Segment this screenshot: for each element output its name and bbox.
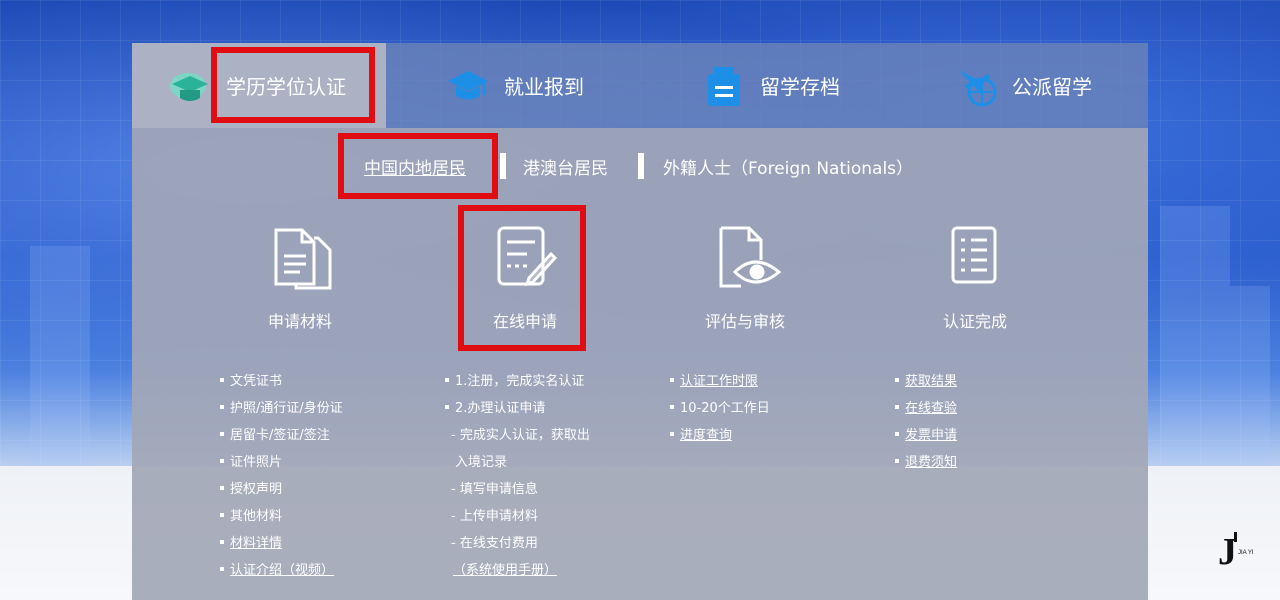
tab-label: 就业报到 xyxy=(504,75,584,99)
list-item: 居留卡/签证/签注 xyxy=(220,426,343,453)
checklist-icon xyxy=(943,222,1007,292)
subtab-mainland-residents[interactable]: 中国内地居民 xyxy=(364,154,466,179)
list-item: - 在线支付费用 xyxy=(451,536,538,551)
list-item: 文凭证书 xyxy=(220,372,343,399)
list-item: 授权声明 xyxy=(220,480,343,507)
step-verification-complete: 认证完成 xyxy=(905,222,1045,332)
tab-employment-report[interactable]: 就业报到 xyxy=(446,43,584,128)
step-label: 在线申请 xyxy=(492,312,557,331)
evaluation-list: 认证工作时限 10-20个工作日 进度查询 xyxy=(670,372,770,453)
work-time-limit-link[interactable]: 认证工作时限 xyxy=(670,372,770,399)
list-item: 1.注册，完成实名认证 xyxy=(445,372,590,399)
online-application-list: 1.注册，完成实名认证 2.办理认证申请 - 完成实人认证，获取出 入境记录 -… xyxy=(445,372,590,588)
list-item: - 上传申请材料 xyxy=(451,509,538,524)
highlight-box xyxy=(211,47,375,123)
step-label: 申请材料 xyxy=(267,312,332,331)
completion-list: 获取结果 在线查验 发票申请 退费须知 xyxy=(895,372,957,480)
list-item: - 完成实人认证，获取出 xyxy=(451,428,590,443)
step-label: 认证完成 xyxy=(942,312,1007,331)
subtab-divider xyxy=(500,153,506,179)
graduation-book-icon xyxy=(168,64,212,108)
list-item: 证件照片 xyxy=(220,453,343,480)
list-item: 10-20个工作日 xyxy=(670,399,770,426)
subtab-hk-macau-taiwan[interactable]: 港澳台居民 xyxy=(523,154,608,179)
archive-card-icon xyxy=(702,64,746,108)
list-item: 2.办理认证申请 xyxy=(445,399,590,426)
materials-details-link[interactable]: 材料详情 xyxy=(220,534,343,561)
airplane-globe-icon xyxy=(954,64,998,108)
online-verify-link[interactable]: 在线查验 xyxy=(895,399,957,426)
list-item: 其他材料 xyxy=(220,507,343,534)
verification-intro-video-link[interactable]: 认证介绍（视频） xyxy=(220,561,343,588)
invoice-request-link[interactable]: 发票申请 xyxy=(895,426,957,453)
get-results-link[interactable]: 获取结果 xyxy=(895,372,957,399)
building-silhouette xyxy=(30,246,90,466)
list-item: 入境记录 xyxy=(455,455,508,470)
system-manual-link[interactable]: （系统使用手册） xyxy=(445,561,590,588)
list-item: - 填写申请信息 xyxy=(451,482,538,497)
step-evaluation-review: 评估与审核 xyxy=(675,222,815,332)
list-item: 护照/通行证/身份证 xyxy=(220,399,343,426)
subtab-foreign-nationals[interactable]: 外籍人士（Foreign Nationals） xyxy=(663,154,913,179)
tab-government-sponsored[interactable]: 公派留学 xyxy=(954,43,1092,128)
step-label: 评估与审核 xyxy=(704,312,785,331)
step-application-materials: 申请材料 xyxy=(230,222,370,332)
tab-label: 公派留学 xyxy=(1012,75,1092,99)
svg-text:JIA YI: JIA YI xyxy=(1238,550,1254,556)
materials-list: 文凭证书 护照/通行证/身份证 居留卡/签证/签注 证件照片 授权声明 其他材料… xyxy=(220,372,343,588)
building-silhouette xyxy=(1230,286,1270,466)
tab-study-abroad-archive[interactable]: 留学存档 xyxy=(702,43,840,128)
refund-notice-link[interactable]: 退费须知 xyxy=(895,453,957,480)
step-online-application: 在线申请 xyxy=(455,222,595,332)
jiayi-logo: J JIA YI xyxy=(1216,530,1266,573)
tab-label: 留学存档 xyxy=(760,75,840,99)
mortarboard-icon xyxy=(446,64,490,108)
edit-form-icon xyxy=(493,222,558,292)
building-silhouette xyxy=(1160,206,1230,466)
progress-query-link[interactable]: 进度查询 xyxy=(670,426,770,453)
documents-icon xyxy=(268,222,332,292)
document-eye-icon xyxy=(713,222,782,292)
subtab-divider xyxy=(638,153,644,179)
